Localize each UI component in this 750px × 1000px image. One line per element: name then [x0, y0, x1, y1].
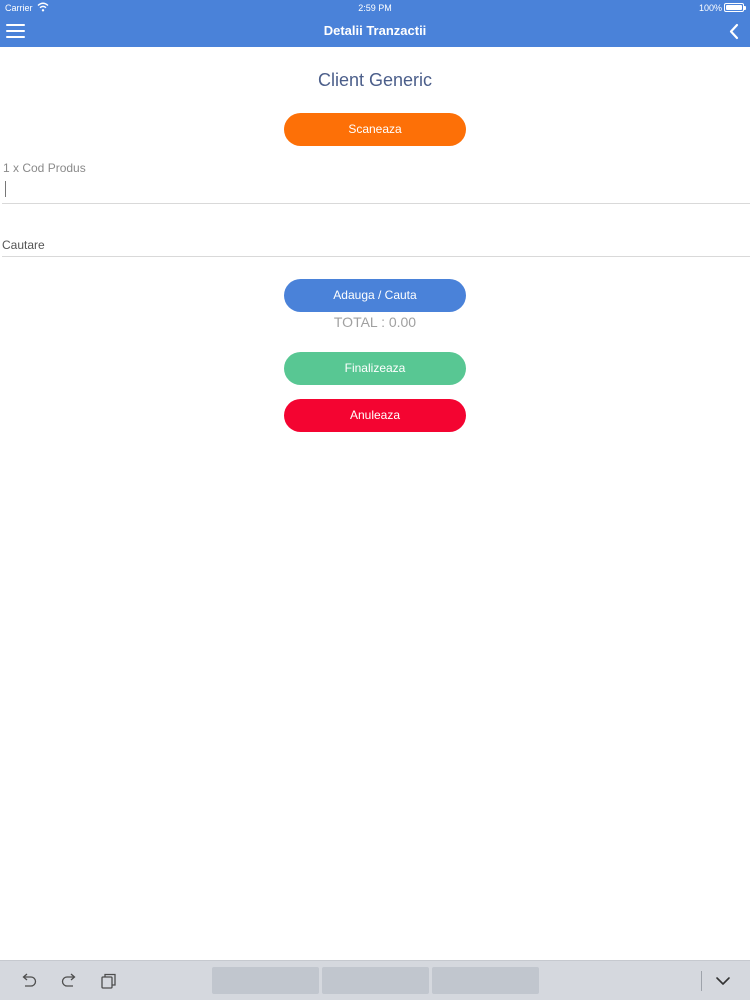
paste-icon[interactable]	[100, 973, 118, 989]
battery-percentage: 100%	[698, 3, 722, 13]
product-code-label: 1 x Cod Produs	[3, 161, 86, 175]
suggestion-3[interactable]	[432, 967, 539, 994]
divider	[701, 971, 702, 991]
search-input[interactable]	[2, 233, 750, 257]
client-name: Client Generic	[317, 70, 433, 90]
undo-icon[interactable]	[20, 973, 38, 989]
chevron-left-icon[interactable]	[728, 23, 740, 40]
finish-button[interactable]: Finalizeaza	[284, 352, 466, 385]
keyboard-dismiss-icon[interactable]	[715, 975, 731, 987]
suggestion-2[interactable]	[322, 967, 429, 994]
page-title: Detalii Tranzactii	[323, 23, 427, 38]
text-cursor	[5, 181, 6, 197]
navigation-bar: Carrier 2:59 PM 100% Detalii Tranzactii	[0, 0, 750, 47]
redo-icon[interactable]	[60, 973, 78, 989]
scan-button[interactable]: Scaneaza	[284, 113, 466, 146]
cancel-button[interactable]: Anuleaza	[284, 399, 466, 432]
keyboard-shortcut-bar	[0, 960, 750, 1000]
suggestion-1[interactable]	[212, 967, 319, 994]
add-search-button[interactable]: Adauga / Cauta	[284, 279, 466, 312]
product-code-input[interactable]	[2, 178, 750, 204]
total-amount: TOTAL : 0.00	[333, 314, 417, 330]
status-time: 2:59 PM	[358, 3, 392, 13]
battery-icon	[724, 3, 746, 12]
status-bar: Carrier 2:59 PM 100%	[0, 0, 750, 15]
